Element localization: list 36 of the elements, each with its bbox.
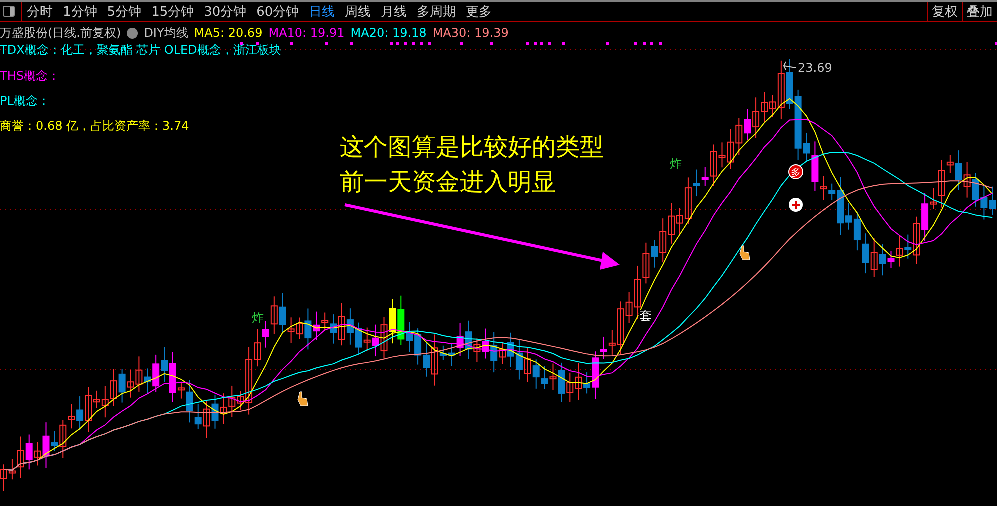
hand-cursor-icon (740, 246, 750, 260)
stock-title: 万盛股份(日线.前复权) (0, 24, 122, 42)
annotation-text: 这个图算是比较好的类型 (340, 132, 604, 163)
period-tab[interactable]: 5分钟 (102, 2, 147, 20)
hand-cursor-icon (298, 392, 308, 406)
period-tab[interactable]: 15分钟 (146, 2, 200, 20)
period-tab[interactable]: 周线 (340, 2, 376, 20)
signal-label: 套 (640, 309, 652, 323)
ma-value: MA30: 19.39 (432, 26, 509, 40)
info-text: 商誉：0.68 亿，占比资产率：3.74 (0, 118, 190, 135)
high-price-label: 23.69 (798, 61, 832, 75)
toolbar-button[interactable]: 复权 (927, 2, 962, 22)
period-tab[interactable]: 多周期 (412, 2, 462, 20)
peak-marker-icon (783, 62, 796, 70)
ma-value: MA20: 19.18 (350, 26, 427, 40)
period-tab[interactable]: 60分钟 (252, 2, 304, 20)
period-tab[interactable]: 分时 (22, 2, 58, 20)
ma-value: MA10: 19.91 (268, 26, 345, 40)
info-text: PL概念： (0, 93, 51, 110)
period-tab[interactable]: 月线 (376, 2, 412, 20)
annotation-text: 前一天资金进入明显 (340, 167, 557, 198)
period-tab[interactable]: 日线 (304, 2, 340, 20)
period-tab[interactable]: 30分钟 (199, 2, 252, 20)
signal-label: 炸 (252, 311, 264, 325)
period-tab[interactable]: 更多 (461, 2, 498, 20)
ma-value: MA5: 20.69 (194, 26, 263, 40)
signal-badge: 多 (788, 164, 804, 180)
concept-text: TDX概念：化工，聚氨酯 芯片 OLED概念，浙江板块 (0, 42, 282, 59)
info-text: THS概念： (0, 68, 61, 85)
toolbar-button[interactable]: 叠加 (962, 2, 997, 22)
indicator-name: DIY均线 (144, 24, 188, 42)
period-tab[interactable]: 1分钟 (58, 2, 102, 20)
dropdown-icon[interactable] (127, 28, 138, 38)
signal-label: 炸 (670, 157, 682, 171)
add-icon (789, 198, 803, 212)
panel-toggle-icon[interactable] (3, 6, 15, 17)
